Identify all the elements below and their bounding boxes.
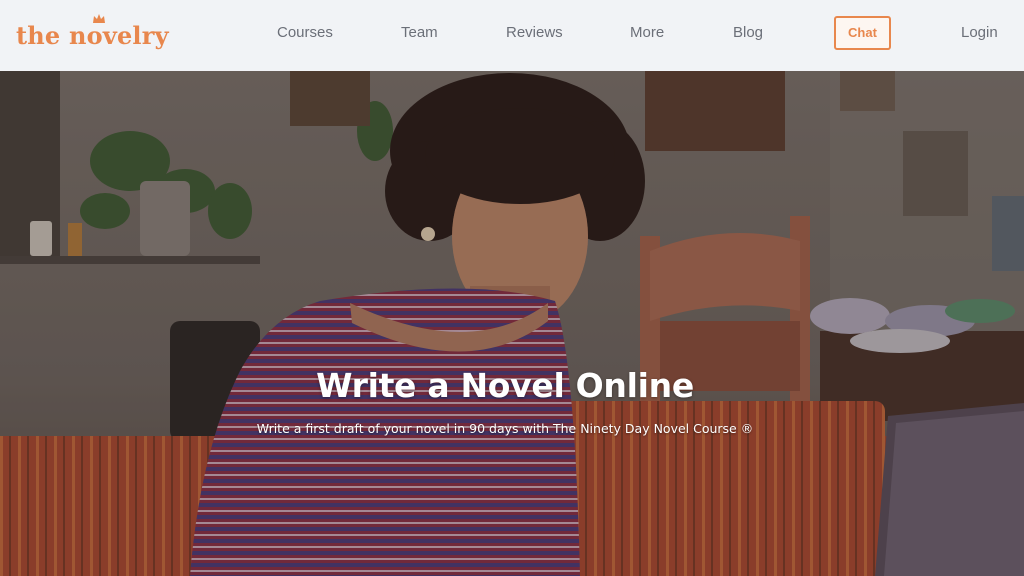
site-header: the novelry Courses Team Reviews More Bl… [0,0,1024,71]
crown-icon [93,14,105,23]
chat-button[interactable]: Chat [834,16,891,50]
nav-courses[interactable]: Courses [277,0,333,71]
hero-overlay [0,71,1024,576]
nav-blog[interactable]: Blog [733,0,763,71]
hero-subtitle: Write a first draft of your novel in 90 … [256,421,754,436]
nav-reviews[interactable]: Reviews [506,0,563,71]
nav-team[interactable]: Team [401,0,438,71]
logo-text: the novelry [16,21,169,50]
hero-title: Write a Novel Online [316,366,694,405]
nav-more[interactable]: More [630,0,664,71]
site-logo[interactable]: the novelry [16,14,169,57]
login-link[interactable]: Login [961,0,998,71]
hero-banner: Write a Novel Online Write a first draft… [0,71,1024,576]
